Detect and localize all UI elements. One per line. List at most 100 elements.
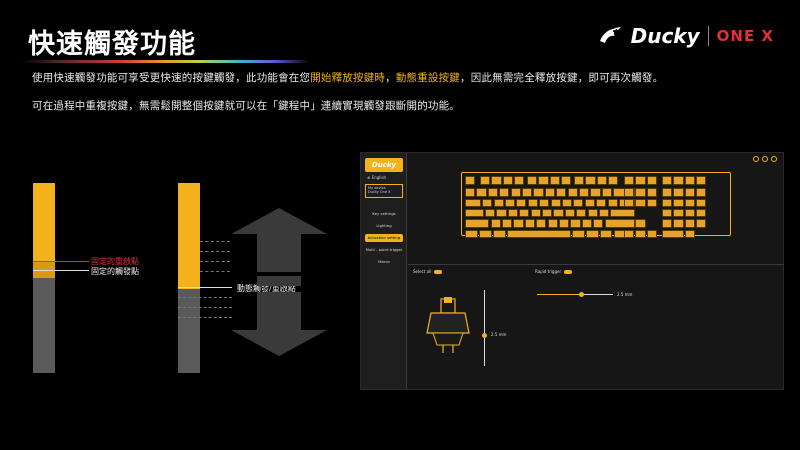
keyboard-key[interactable] <box>539 198 550 208</box>
keyboard-key[interactable] <box>673 176 684 185</box>
keyboard-key[interactable] <box>561 198 573 208</box>
keyboard-key[interactable] <box>585 176 596 185</box>
keyboard-key[interactable] <box>519 208 530 218</box>
select-all-control[interactable]: Select all <box>413 269 443 274</box>
keyboard-key[interactable] <box>662 208 673 218</box>
keyboard-key[interactable] <box>635 219 646 228</box>
keyboard-key[interactable] <box>561 176 572 185</box>
keyboard-key[interactable] <box>536 219 547 228</box>
keyboard-key[interactable] <box>530 208 541 218</box>
keyboard-key[interactable] <box>696 188 707 197</box>
keyboard-key[interactable] <box>496 208 507 218</box>
keyboard-key[interactable] <box>576 208 587 218</box>
keyboard-key[interactable] <box>465 198 481 208</box>
keyboard-key[interactable] <box>510 188 521 197</box>
keyboard-key[interactable] <box>541 208 553 218</box>
rapid-trigger-slider-handle[interactable] <box>579 292 584 297</box>
menu-actuation-setting[interactable]: Actuation setting <box>365 234 403 242</box>
keyboard-key[interactable] <box>504 198 516 208</box>
keyboard-key[interactable] <box>507 208 518 218</box>
keyboard-key[interactable] <box>684 188 695 197</box>
menu-key-settings[interactable]: Key settings <box>365 210 403 218</box>
keyboard-key[interactable] <box>573 198 584 208</box>
keyboard-key[interactable] <box>584 198 595 208</box>
keyboard-key[interactable] <box>465 176 476 185</box>
keyboard-key[interactable] <box>635 229 646 238</box>
keyboard-key[interactable] <box>662 188 673 197</box>
keyboard-key[interactable] <box>516 198 527 208</box>
keyboard-key[interactable] <box>476 188 487 197</box>
close-icon[interactable] <box>771 156 777 162</box>
select-all-toggle[interactable] <box>434 269 443 274</box>
keyboard-key[interactable] <box>564 208 575 218</box>
keyboard-key[interactable] <box>553 208 564 218</box>
keyboard-key[interactable] <box>601 188 612 197</box>
keyboard-key[interactable] <box>598 208 610 218</box>
keyboard-key[interactable] <box>608 176 619 185</box>
keyboard-key[interactable] <box>646 176 657 185</box>
keyboard-key[interactable] <box>506 229 571 238</box>
minimize-icon[interactable] <box>753 156 759 162</box>
keyboard-key[interactable] <box>533 188 544 197</box>
keyboard-key[interactable] <box>482 198 493 208</box>
maximize-icon[interactable] <box>762 156 768 162</box>
keyboard-key[interactable] <box>646 198 657 208</box>
keyboard-key[interactable] <box>684 208 695 218</box>
keyboard-key[interactable] <box>684 219 695 228</box>
keyboard-key[interactable] <box>522 188 533 197</box>
keyboard-key[interactable] <box>635 198 646 208</box>
keyboard-key[interactable] <box>607 198 618 208</box>
keyboard-key[interactable] <box>493 198 504 208</box>
keyboard-key[interactable] <box>585 229 599 238</box>
keyboard-key[interactable] <box>527 198 538 208</box>
keyboard-key[interactable] <box>570 219 581 228</box>
keyboard-key[interactable] <box>549 176 560 185</box>
rapid-trigger-control[interactable]: Rapid trigger <box>535 269 573 274</box>
keyboard-key[interactable] <box>673 219 684 228</box>
keyboard-key[interactable] <box>684 198 695 208</box>
keyboard-key[interactable] <box>596 198 607 208</box>
keyboard-key[interactable] <box>513 219 524 228</box>
menu-multi-point-trigger[interactable]: Multi - point trigger <box>365 246 403 254</box>
keyboard-key[interactable] <box>556 188 567 197</box>
keyboard-key[interactable] <box>596 176 607 185</box>
keyboard-key[interactable] <box>610 208 635 218</box>
keyboard-key[interactable] <box>624 198 635 208</box>
keyboard-key[interactable] <box>624 229 635 238</box>
language-selector[interactable]: ⊕ English <box>367 175 386 180</box>
keyboard-key[interactable] <box>571 229 585 238</box>
keyboard-key[interactable] <box>624 176 635 185</box>
keyboard-key[interactable] <box>662 176 673 185</box>
keyboard-key[interactable] <box>696 219 707 228</box>
keyboard-key[interactable] <box>662 219 673 228</box>
keyboard-key[interactable] <box>514 176 525 185</box>
keyboard-key[interactable] <box>559 219 570 228</box>
keyboard-key[interactable] <box>662 198 673 208</box>
keyboard-key[interactable] <box>465 208 484 218</box>
keyboard-key[interactable] <box>696 176 707 185</box>
keyboard-key[interactable] <box>593 219 604 228</box>
keyboard-key[interactable] <box>673 208 684 218</box>
keyboard-key[interactable] <box>547 219 558 228</box>
keyboard-key[interactable] <box>599 229 613 238</box>
rapid-trigger-toggle[interactable] <box>564 269 573 274</box>
keyboard-key[interactable] <box>684 229 695 238</box>
keyboard-key[interactable] <box>646 229 657 238</box>
menu-lighting[interactable]: Lighting <box>365 222 403 230</box>
keyboard-key[interactable] <box>527 176 538 185</box>
keyboard-key[interactable] <box>465 229 478 238</box>
keyboard-key[interactable] <box>581 219 593 228</box>
keyboard-key[interactable] <box>490 219 501 228</box>
keyboard-key[interactable] <box>524 219 536 228</box>
keyboard-key[interactable] <box>544 188 555 197</box>
keyboard-key[interactable] <box>635 188 646 197</box>
keyboard-key[interactable] <box>491 176 502 185</box>
keyboard-key[interactable] <box>480 176 491 185</box>
keyboard-key[interactable] <box>662 229 684 238</box>
keyboard-key[interactable] <box>492 229 506 238</box>
keyboard-key[interactable] <box>696 198 707 208</box>
keyboard-key[interactable] <box>465 188 476 197</box>
keyboard-key[interactable] <box>567 188 578 197</box>
actuation-slider-handle[interactable] <box>482 333 487 338</box>
keyboard-key[interactable] <box>696 208 707 218</box>
